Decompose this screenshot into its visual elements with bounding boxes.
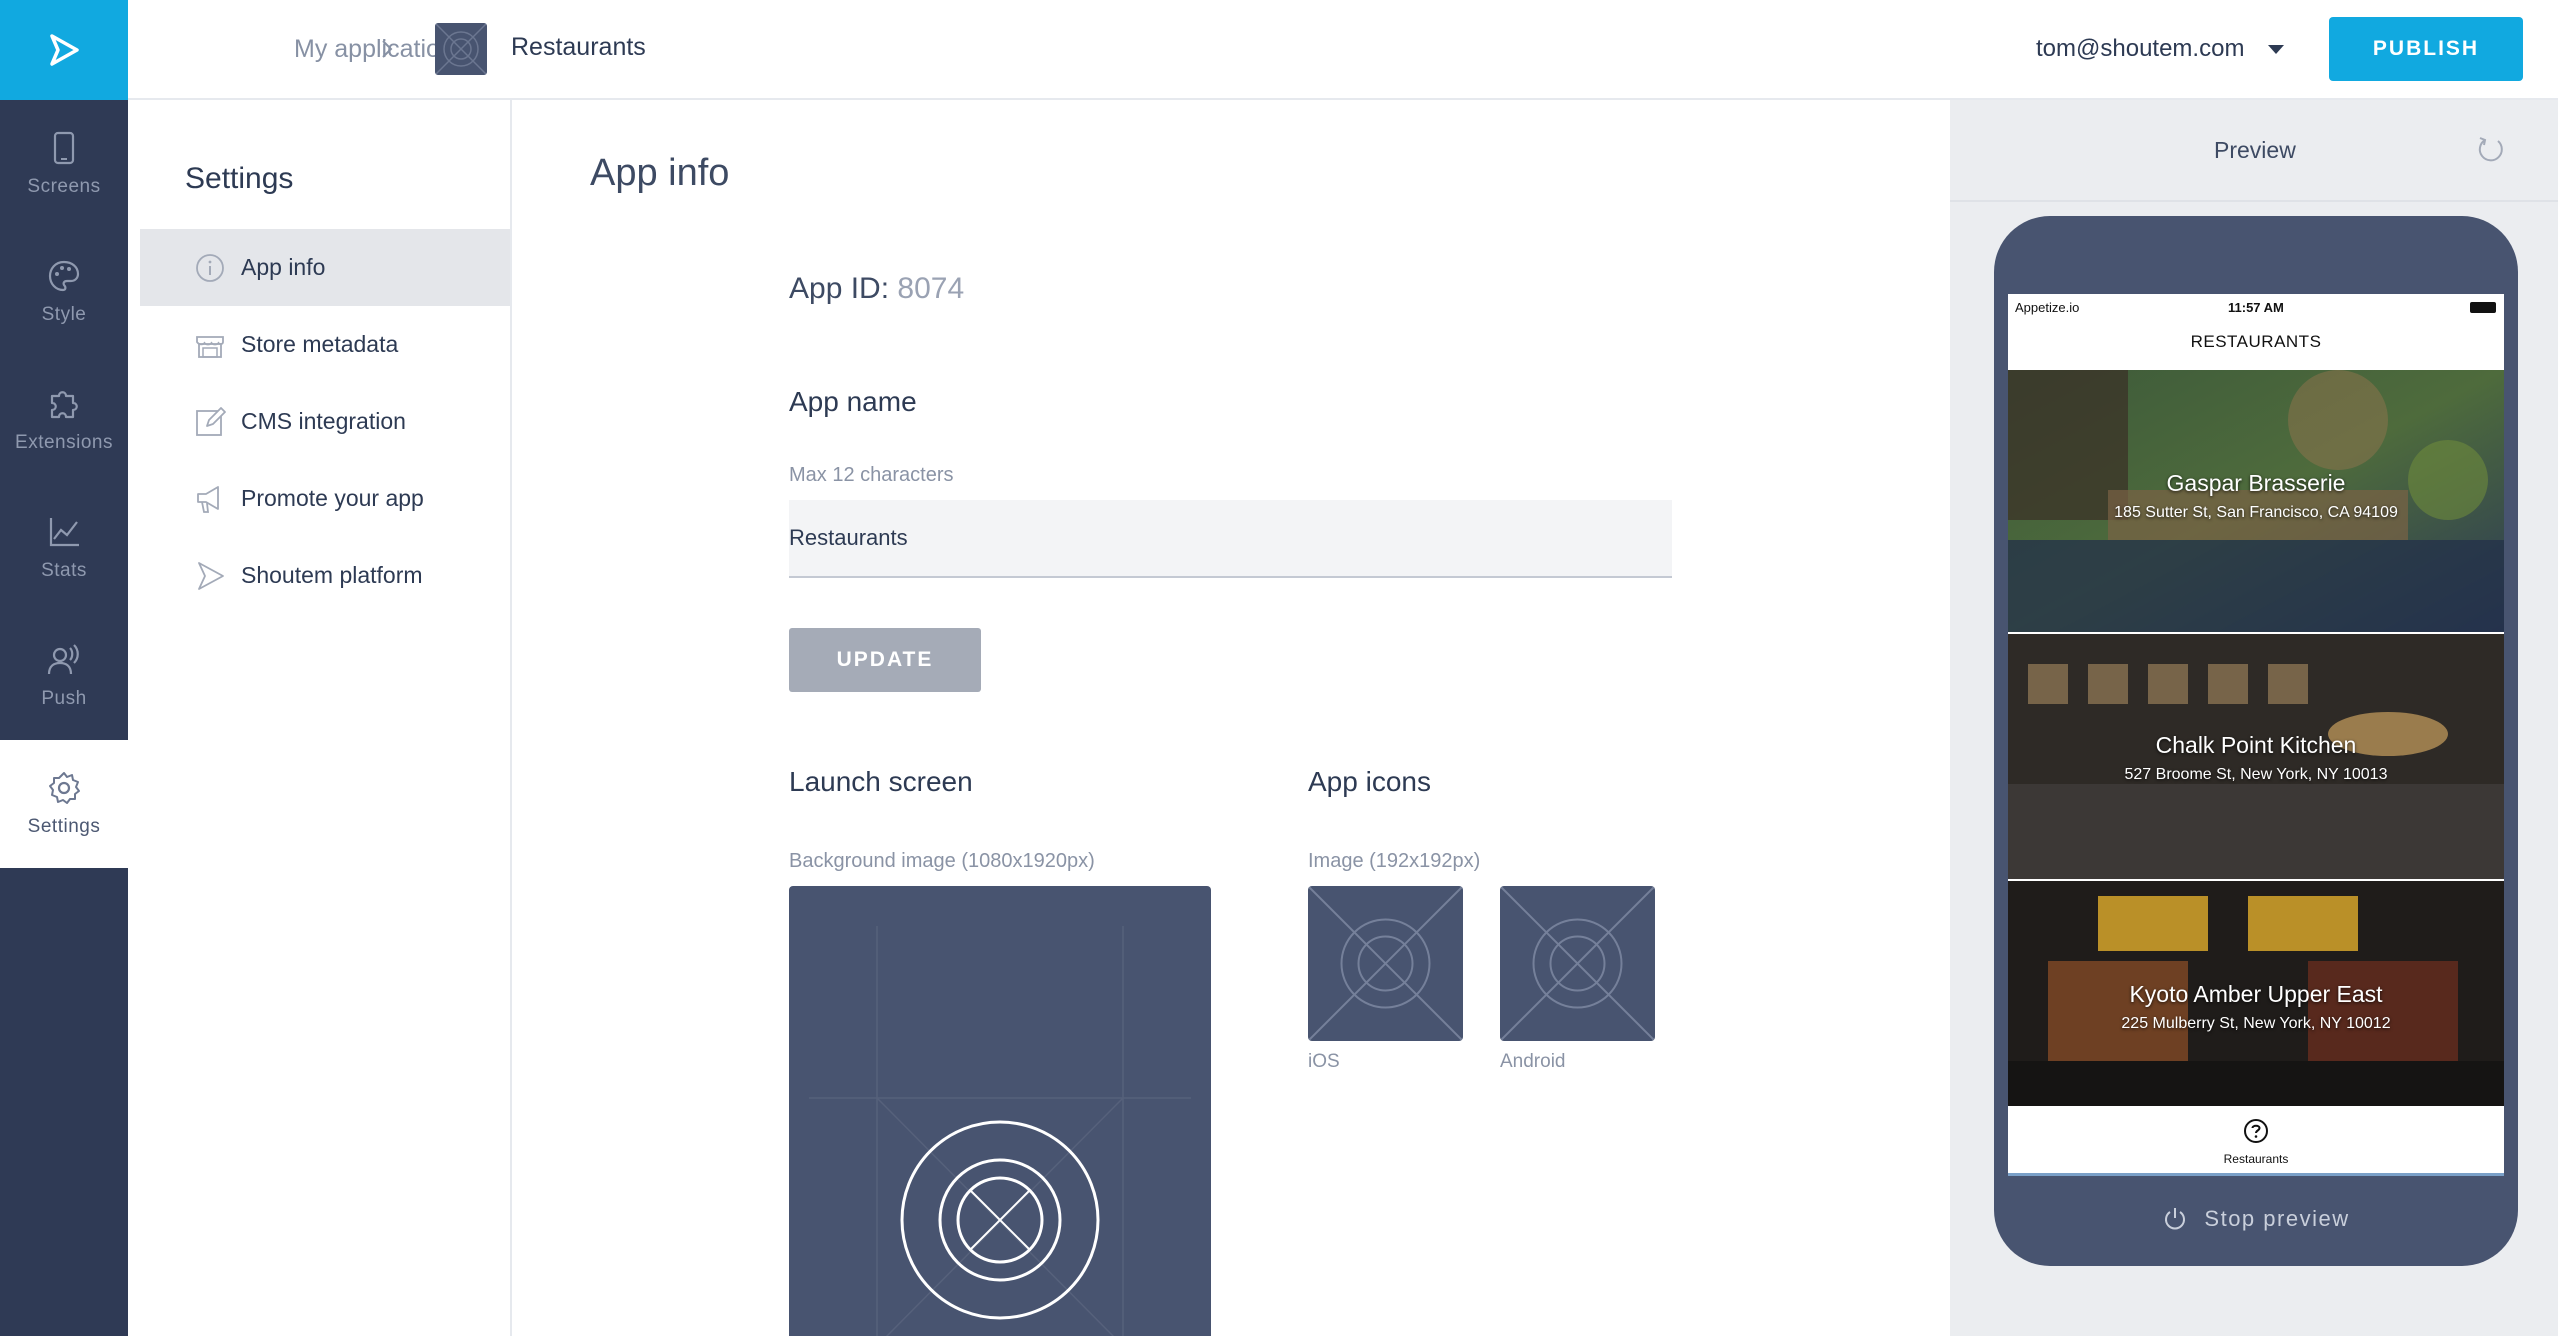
settings-title: Settings: [185, 162, 294, 195]
shoutem-logo-button[interactable]: [0, 0, 128, 100]
restaurant-address: 185 Sutter St, San Francisco, CA 94109: [2114, 504, 2398, 521]
android-label: Android: [1500, 1051, 1566, 1072]
ios-icon-upload[interactable]: [1308, 886, 1463, 1041]
update-button[interactable]: UPDATE: [789, 628, 981, 692]
tab-bar: Restaurants: [2008, 1106, 2504, 1176]
settings-item-shoutem-platform[interactable]: Shoutem platform: [140, 537, 510, 614]
chart-icon: [49, 518, 79, 547]
phone-frame: Appetize.io 11:57 AM RESTAURANTS Gaspar …: [1994, 216, 2518, 1266]
settings-item-label: App info: [241, 254, 326, 280]
settings-item-label: Promote your app: [241, 485, 424, 511]
preview-header: Preview: [1950, 100, 2558, 202]
refresh-icon[interactable]: [2476, 135, 2506, 165]
app-id: App ID: 8074: [789, 272, 964, 306]
palette-icon: [48, 260, 80, 292]
gear-icon: [49, 772, 80, 804]
settings-item-app-info[interactable]: App info: [140, 229, 510, 306]
question-circle-icon[interactable]: [2243, 1118, 2269, 1144]
settings-item-label: Store metadata: [241, 331, 399, 357]
app-info-panel: App info App ID: 8074 App name Max 12 ch…: [514, 100, 1948, 1336]
placeholder-image-icon: [435, 23, 487, 75]
left-rail: Screens Style Extensions Stats Push Sett…: [0, 0, 128, 1336]
rail-label: Settings: [27, 816, 101, 837]
rail-label: Screens: [27, 176, 101, 197]
app-thumbnail: [435, 23, 487, 75]
placeholder-image-icon: [809, 926, 1191, 1336]
battery-icon: [2470, 302, 2496, 313]
phone-icon: [53, 131, 75, 165]
chevron-right-icon: [382, 40, 393, 58]
settings-item-store-metadata[interactable]: Store metadata: [140, 306, 510, 383]
caret-down-icon[interactable]: [2268, 45, 2284, 54]
puzzle-icon: [50, 391, 78, 419]
edit-icon: [196, 406, 226, 436]
launch-screen-hint: Background image (1080x1920px): [789, 850, 1095, 872]
megaphone-icon: [197, 485, 219, 513]
rail-label: Stats: [41, 560, 87, 581]
app-name-hint: Max 12 characters: [789, 464, 954, 486]
app-id-value: 8074: [897, 272, 965, 305]
restaurant-card[interactable]: Gaspar Brasserie 185 Sutter St, San Fran…: [2008, 370, 2504, 632]
launch-screen-heading: Launch screen: [789, 766, 973, 797]
push-icon: [47, 644, 79, 675]
restaurant-card[interactable]: Chalk Point Kitchen 527 Broome St, New Y…: [2008, 634, 2504, 879]
rail-item-screens[interactable]: Screens: [0, 100, 128, 228]
restaurant-card[interactable]: Kyoto Amber Upper East 225 Mulberry St, …: [2008, 881, 2504, 1106]
app-icons-heading: App icons: [1308, 766, 1431, 797]
settings-item-cms-integration[interactable]: CMS integration: [140, 383, 510, 460]
rail-item-style[interactable]: Style: [0, 228, 128, 356]
rail-label: Extensions: [15, 432, 113, 453]
app-name-value: Restaurants: [789, 525, 908, 550]
rail-item-stats[interactable]: Stats: [0, 484, 128, 612]
app-name-heading: App name: [789, 386, 917, 417]
rail-item-extensions[interactable]: Extensions: [0, 356, 128, 484]
breadcrumb-app-name: Restaurants: [511, 33, 646, 61]
user-menu[interactable]: tom@shoutem.com: [2036, 35, 2244, 63]
preview-label: Preview: [2214, 137, 2296, 163]
settings-item-label: CMS integration: [241, 408, 406, 434]
app-name-input[interactable]: Restaurants: [789, 500, 1672, 578]
launch-screen-upload[interactable]: [789, 886, 1211, 1336]
status-time: 11:57 AM: [2228, 300, 2284, 315]
tab-restaurants[interactable]: Restaurants: [2008, 1152, 2504, 1166]
restaurant-address: 225 Mulberry St, New York, NY 10012: [2121, 1015, 2391, 1032]
power-icon: [2165, 1208, 2186, 1230]
status-carrier: Appetize.io: [2015, 300, 2080, 315]
restaurant-name: Kyoto Amber Upper East: [2129, 981, 2383, 1007]
shoutem-logo-icon: [198, 561, 224, 590]
stop-preview-label: Stop preview: [2204, 1206, 2350, 1231]
restaurant-photo: [2008, 370, 2504, 632]
shoutem-logo-icon: [50, 34, 79, 66]
rail-item-settings[interactable]: Settings: [0, 740, 128, 868]
info-icon: [196, 253, 224, 282]
preview-panel: Preview Appetize.io 11:57 AM RESTAURANTS: [1950, 100, 2558, 1336]
restaurant-name: Chalk Point Kitchen: [2155, 732, 2357, 758]
screen-title: RESTAURANTS: [2190, 332, 2322, 351]
top-bar: My applications Restaurants tom@shoutem.…: [128, 0, 2558, 100]
app-id-label: App ID:: [789, 272, 890, 305]
status-bar: Appetize.io 11:57 AM: [2008, 294, 2504, 320]
rail-label: Style: [41, 304, 87, 325]
phone-screen[interactable]: Appetize.io 11:57 AM RESTAURANTS Gaspar …: [2008, 294, 2504, 1176]
rail-item-push[interactable]: Push: [0, 612, 128, 740]
ios-label: iOS: [1308, 1051, 1340, 1072]
restaurant-address: 527 Broome St, New York, NY 10013: [2124, 766, 2388, 783]
store-icon: [196, 335, 224, 358]
rail-label: Push: [41, 688, 87, 709]
app-icons-hint: Image (192x192px): [1308, 850, 1481, 872]
placeholder-image-icon: [1308, 886, 1463, 1041]
settings-item-promote-app[interactable]: Promote your app: [140, 460, 510, 537]
placeholder-image-icon: [1500, 886, 1655, 1041]
android-icon-upload[interactable]: [1500, 886, 1655, 1041]
settings-item-label: Shoutem platform: [241, 562, 423, 588]
settings-sidebar: Settings App info Store metadata CMS int…: [128, 100, 512, 1336]
page-title: App info: [590, 152, 730, 194]
restaurant-name: Gaspar Brasserie: [2166, 470, 2346, 496]
publish-button[interactable]: PUBLISH: [2329, 17, 2523, 81]
stop-preview-button[interactable]: Stop preview: [1994, 1206, 2518, 1232]
